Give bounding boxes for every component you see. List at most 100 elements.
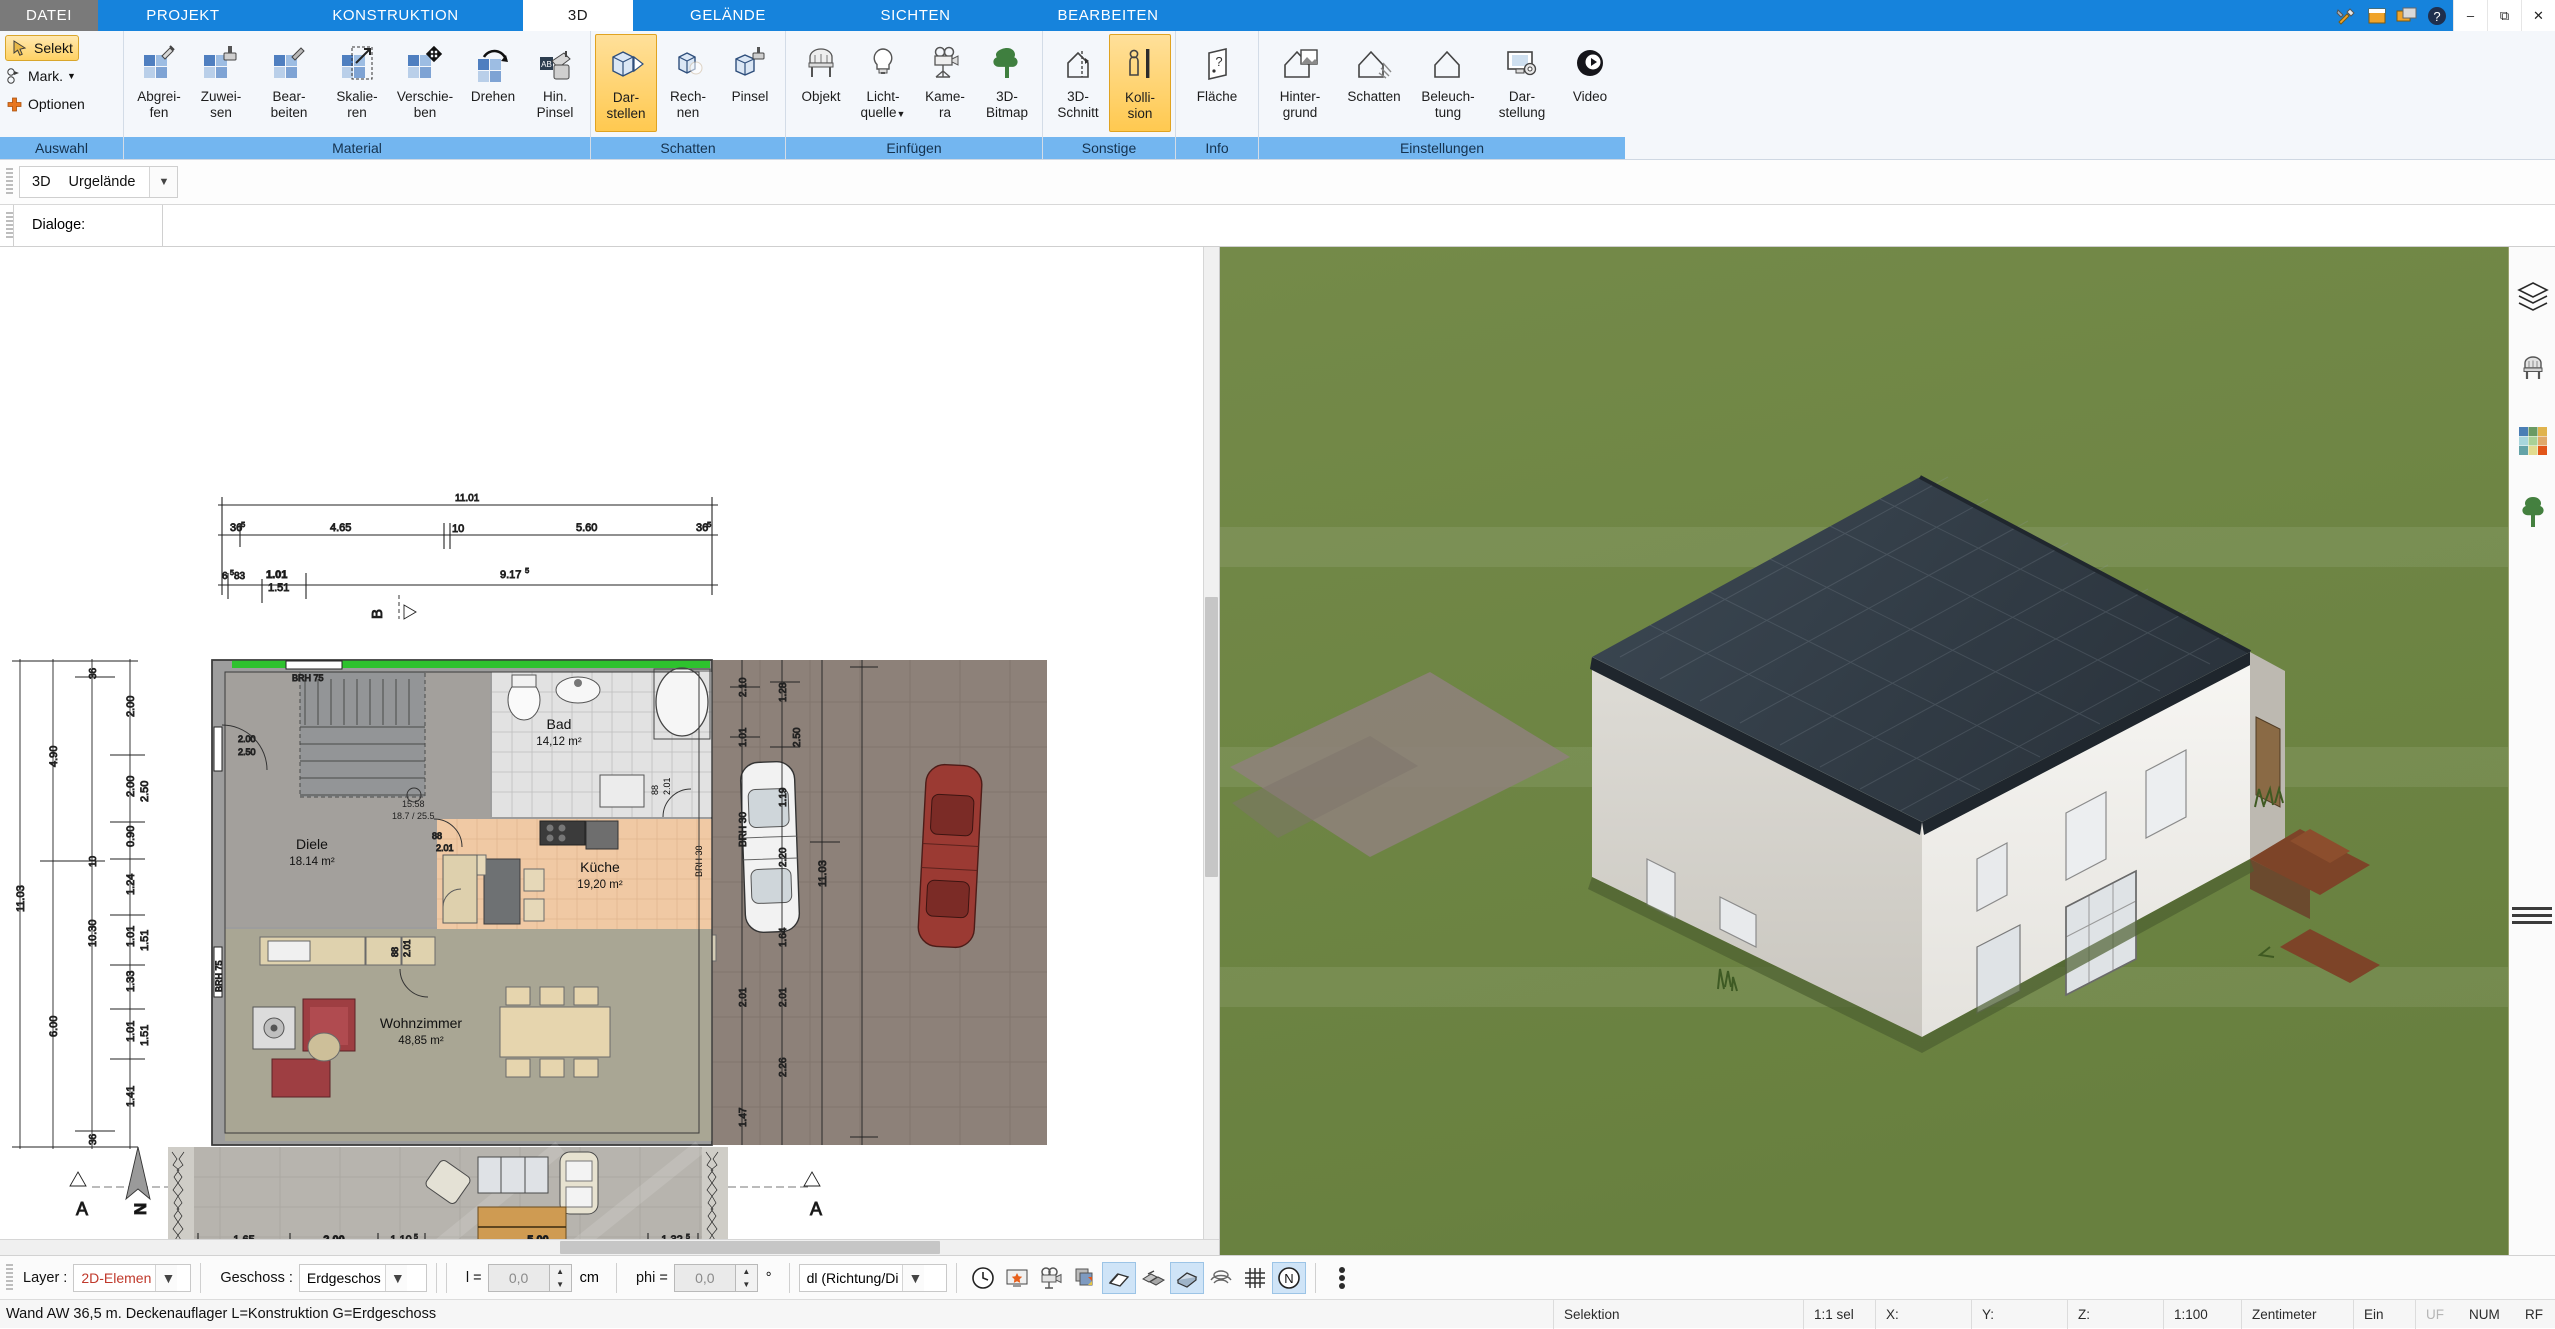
floorplan-view[interactable]: 36 5 4.65 10 5.60 36 5 6 5 83 1.01 1.51 9.17… (0, 247, 1220, 1255)
floorplan-horizontal-scrollbar[interactable] (0, 1239, 1219, 1255)
menu-tab-konstruktion[interactable]: KONSTRUKTION (268, 0, 523, 31)
chevron-down-icon[interactable]: ▼ (902, 1264, 925, 1291)
menu-tab-sichten[interactable]: SICHTEN (823, 0, 1008, 31)
menu-tab-gelaende[interactable]: GELÄNDE (633, 0, 823, 31)
cmd-beleuchtung[interactable]: Beleuch- tung (1411, 34, 1485, 132)
furniture-chair-icon[interactable] (2509, 337, 2555, 399)
svg-text:1.01: 1.01 (125, 926, 137, 947)
floor-combo[interactable]: Erdgeschos ▼ (298, 1263, 427, 1292)
floorplan-hscroll-thumb[interactable] (560, 1241, 940, 1254)
layers-icon[interactable] (2509, 265, 2555, 327)
layers-color-icon[interactable] (1068, 1262, 1102, 1294)
chevron-down-icon[interactable]: ▼ (67, 71, 76, 81)
contour-icon[interactable] (1204, 1262, 1238, 1294)
tool-selekt[interactable]: Selekt (5, 35, 79, 61)
floorplan-vscroll-thumb[interactable] (1205, 597, 1218, 877)
traffic-light-icon[interactable] (1325, 1262, 1359, 1294)
tool-mark[interactable]: Mark. ▼ (5, 63, 76, 89)
svg-text:1.47: 1.47 (738, 1107, 749, 1127)
view-selector[interactable]: 3D Urgelände ▼ (19, 166, 179, 198)
cmd-hin-pinsel[interactable]: AB Hin. Pinsel (524, 34, 586, 132)
movie-camera-icon[interactable] (1034, 1262, 1068, 1294)
color-palette-icon[interactable] (2509, 409, 2555, 471)
cmd-darstellen[interactable]: Dar- stellen (595, 34, 657, 132)
phi-input[interactable]: 0,0 (673, 1263, 736, 1292)
beams-icon[interactable] (1136, 1262, 1170, 1294)
3d-render[interactable] (1220, 247, 2554, 1255)
tool-optionen-label: Optionen (28, 96, 85, 112)
svg-text:2.01: 2.01 (738, 987, 749, 1007)
svg-text:N: N (131, 1203, 150, 1215)
cmd-flaeche[interactable]: ? Fläche (1180, 34, 1254, 132)
bottom-toolbar-grip[interactable] (6, 1263, 13, 1292)
dialogs-grip[interactable] (6, 211, 13, 240)
menu-tab-projekt[interactable]: PROJEKT (98, 0, 268, 31)
cmd-rechnen[interactable]: Rech- nen (657, 34, 719, 132)
svg-text:88: 88 (432, 831, 442, 841)
close-button[interactable]: ✕ (2521, 0, 2555, 31)
cmd-beleuchtung-label1: Beleuch- (1421, 89, 1475, 104)
chevron-down-icon[interactable]: ▼ (155, 1264, 178, 1291)
drag-handle-icon[interactable] (2512, 897, 2552, 933)
menu-tab-3d[interactable]: 3D (523, 0, 633, 31)
cmd-kollision[interactable]: Kolli- sion (1109, 34, 1171, 132)
cmd-3d-bitmap[interactable]: 3D- Bitmap (976, 34, 1038, 132)
cmd-darstellung[interactable]: Dar- stellung (1485, 34, 1559, 132)
svg-text:10.30: 10.30 (87, 919, 99, 947)
cmd-lichtquelle[interactable]: Licht- quelle▼ (852, 34, 914, 132)
cmd-schatten[interactable]: Schatten (1337, 34, 1411, 132)
cmd-bearbeiten[interactable]: Bear- beiten (252, 34, 326, 132)
chevron-down-icon[interactable]: ▼ (149, 167, 178, 197)
help-icon[interactable]: ? (2425, 5, 2449, 27)
cmd-skalieren[interactable]: Skalie- ren (326, 34, 388, 132)
ribbon-group-schatten: Dar- stellen Rech- nen Pinsel Schatten (591, 31, 786, 159)
slab-icon[interactable] (1169, 1261, 1204, 1294)
cmd-drehen[interactable]: Drehen (462, 34, 524, 132)
spin-up-icon[interactable]: ▲ (550, 1265, 571, 1278)
length-spin-buttons[interactable]: ▲ ▼ (549, 1263, 572, 1292)
cmd-3d-schnitt[interactable]: 3D- Schnitt (1047, 34, 1109, 132)
minimize-button[interactable]: – (2453, 0, 2487, 31)
room-label-bad: Bad (547, 716, 572, 732)
north-icon[interactable]: N (1271, 1261, 1306, 1294)
spin-down-icon[interactable]: ▼ (550, 1278, 571, 1291)
grid-icon[interactable] (1238, 1262, 1272, 1294)
svg-text:10: 10 (452, 523, 464, 535)
cmd-hintergrund[interactable]: Hinter- grund (1263, 34, 1337, 132)
cmd-kamera[interactable]: Kame- ra (914, 34, 976, 132)
toolbar-grip[interactable] (6, 168, 13, 196)
length-stepper[interactable]: 0,0 ▲ ▼ (487, 1263, 572, 1292)
svg-text:?: ? (1215, 54, 1222, 69)
cmd-pinsel[interactable]: Pinsel (719, 34, 781, 132)
menu-tab-datei[interactable]: DATEI (0, 0, 98, 31)
menu-tab-bearbeiten[interactable]: BEARBEITEN (1008, 0, 1208, 31)
3d-view[interactable] (1220, 247, 2555, 1255)
window-icon[interactable] (2365, 5, 2389, 27)
cmd-video[interactable]: Video (1559, 34, 1621, 132)
spin-down-icon[interactable]: ▼ (736, 1278, 757, 1291)
spin-up-icon[interactable]: ▲ (736, 1265, 757, 1278)
cmd-objekt[interactable]: Objekt (790, 34, 852, 132)
phi-spin-buttons[interactable]: ▲ ▼ (735, 1263, 758, 1292)
cmd-zuweisen[interactable]: Zuwei- sen (190, 34, 252, 132)
length-input[interactable]: 0,0 (487, 1263, 550, 1292)
floorplan-vertical-scrollbar[interactable] (1203, 247, 1219, 1239)
monitor-star-icon[interactable] (1000, 1262, 1034, 1294)
cmd-verschieben[interactable]: Verschie- ben (388, 34, 462, 132)
direction-combo[interactable]: dl (Richtung/Di ▼ (798, 1263, 947, 1292)
bottom-toolbar: Layer : 2D-Elemen ▼ Geschoss : Erdgescho… (0, 1255, 2555, 1299)
tools-icon[interactable] (2335, 5, 2359, 27)
tree-plant-icon[interactable] (2509, 481, 2555, 543)
cmd-abgreifen[interactable]: Abgrei- fen (128, 34, 190, 132)
floorplan-drawing[interactable]: 36 5 4.65 10 5.60 36 5 6 5 83 1.01 1.51 9.17… (0, 247, 1205, 1239)
cmd-bearbeiten-label1: Bear- (272, 89, 306, 104)
tool-optionen[interactable]: Optionen (5, 91, 85, 117)
phi-stepper[interactable]: 0,0 ▲ ▼ (673, 1263, 758, 1292)
layer-combo[interactable]: 2D-Elemen ▼ (73, 1263, 192, 1292)
clock-icon[interactable] (966, 1262, 1000, 1294)
chevron-down-icon[interactable]: ▼ (384, 1264, 407, 1291)
restore-button[interactable]: ⧉ (2487, 0, 2521, 31)
cascade-icon[interactable] (2395, 5, 2419, 27)
chevron-down-icon[interactable]: ▼ (897, 109, 906, 119)
plane-surface-icon[interactable] (1101, 1261, 1136, 1294)
